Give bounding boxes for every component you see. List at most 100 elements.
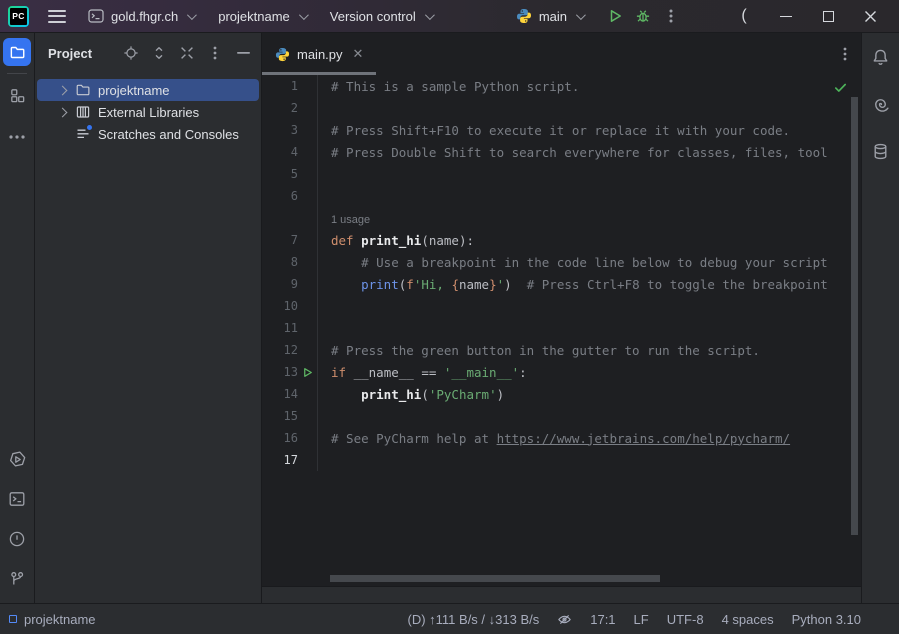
notifications-tool-button[interactable] [866,43,894,71]
gutter: 17 [262,449,318,471]
hide-panel-icon[interactable] [233,43,253,63]
vcs-widget[interactable]: Version control [330,9,432,24]
gutter: 13 [262,361,318,383]
title-bar-right: main ( [516,3,899,29]
project-selector-label: projektname [218,9,290,24]
tree-item-projektname[interactable]: projektname [37,79,259,101]
version-control-tool-button[interactable] [3,565,31,593]
gutter: 2 [262,97,318,119]
run-configuration-selector[interactable]: main [516,8,583,24]
code-line[interactable]: 1# This is a sample Python script. [262,75,861,97]
gutter: 11 [262,317,318,339]
main-menu-button[interactable] [48,10,66,23]
project-panel: Project [35,33,262,603]
folder-icon [9,44,26,61]
vertical-scrollbar-thumb[interactable] [851,97,858,535]
close-button[interactable] [855,3,885,29]
run-button[interactable] [601,4,629,28]
interpreter-widget[interactable]: Python 3.10 [792,612,861,627]
project-selector[interactable]: projektname [218,9,306,24]
database-tool-button[interactable] [866,137,894,165]
code-line[interactable]: 10 [262,295,861,317]
code-line[interactable]: 17 [262,449,861,471]
more-actions-kebab-icon[interactable] [657,4,685,28]
tree-item-label: projektname [98,83,170,98]
line-number: 6 [262,189,298,203]
more-tool-windows-button[interactable] [3,123,31,151]
indent-widget[interactable]: 4 spaces [722,612,774,627]
code-text: # Press the green button in the gutter t… [318,343,760,358]
panel-options-kebab-icon[interactable] [205,43,225,63]
ssh-target-selector[interactable]: gold.fhgr.ch [88,9,194,24]
status-project-widget[interactable]: projektname [9,612,96,627]
scratches-icon [75,126,91,142]
horizontal-scrollbar-thumb[interactable] [330,575,660,582]
locate-target-icon[interactable] [121,43,141,63]
project-tool-button[interactable] [3,38,31,66]
highlighting-level-eye-off-icon[interactable] [557,612,572,627]
code-editor[interactable]: 1# This is a sample Python script. 2 3# Pr… [262,75,861,586]
code-lines: 1# This is a sample Python script. 2 3# Pr… [262,75,861,471]
caret-position-widget[interactable]: 17:1 [590,612,615,627]
project-tree: projektname External Libraries [35,73,261,145]
tree-item-external-libraries[interactable]: External Libraries [37,101,259,123]
code-line[interactable]: 5 [262,163,861,185]
gutter: 14 [262,383,318,405]
tab-bar-options-kebab-icon[interactable] [843,47,861,61]
problems-tool-button[interactable] [3,525,31,553]
code-line[interactable]: 3# Press Shift+F10 to execute it or repl… [262,119,861,141]
chevron-right-icon[interactable] [58,107,68,117]
crescent-icon[interactable]: ( [729,3,759,29]
gutter: 9 [262,273,318,295]
tab-main-py[interactable]: main.py ✕ [262,33,376,75]
code-line[interactable]: 11 [262,317,861,339]
minimize-button[interactable] [771,3,801,29]
expand-all-icon[interactable] [149,43,169,63]
left-strip-bottom [3,445,31,593]
code-line[interactable]: 9 print(f'Hi, {name}') # Press Ctrl+F8 t… [262,273,861,295]
pycharm-window: PC gold.fhgr.ch projektname Version cont… [0,0,899,634]
gutter-run-icon[interactable] [298,367,317,378]
project-panel-title: Project [48,46,92,61]
inlay-hint-row[interactable]: 1 usage [262,207,861,229]
code-line[interactable]: 2 [262,97,861,119]
code-line[interactable]: 12 # Press the green button in the gutter… [262,339,861,361]
terminal-tool-button[interactable] [3,485,31,513]
code-line[interactable]: 6 [262,185,861,207]
chevron-down-icon [576,10,586,20]
ai-assistant-tool-button[interactable] [866,90,894,118]
chevron-down-icon [187,10,197,20]
scratches-badge [86,124,93,131]
inspections-ok-check-icon[interactable] [833,80,848,95]
code-text: if __name__ == '__main__': [318,365,527,380]
left-tool-strip [0,33,35,603]
status-bar-right: (D) ↑111 B/s / ↓313 B/s 17:1 LF UTF-8 4 … [407,612,861,627]
network-traffic-widget[interactable]: (D) ↑111 B/s / ↓313 B/s [407,612,539,627]
line-number: 12 [262,343,298,357]
code-line[interactable]: 14 print_hi('PyCharm') [262,383,861,405]
line-separator-widget[interactable]: LF [634,612,649,627]
tab-close-icon[interactable]: ✕ [353,46,364,62]
code-line[interactable]: 4# Press Double Shift to search everywhe… [262,141,861,163]
code-line[interactable]: 13if __name__ == '__main__': [262,361,861,383]
structure-tool-button[interactable] [3,81,31,109]
code-line[interactable]: 7def print_hi(name): [262,229,861,251]
collapse-all-icon[interactable] [177,43,197,63]
code-line[interactable]: 15 [262,405,861,427]
gutter: 12 [262,339,318,361]
encoding-widget[interactable]: UTF-8 [667,612,704,627]
line-number: 2 [262,101,298,115]
tree-item-scratches[interactable]: Scratches and Consoles [37,123,259,145]
python-file-icon [275,47,290,62]
debug-button[interactable] [629,4,657,28]
chevron-right-icon[interactable] [58,85,68,95]
code-line[interactable]: 16# See PyCharm help at https://www.jetb… [262,427,861,449]
code-line[interactable]: 8 # Use a breakpoint in the code line be… [262,251,861,273]
maximize-button[interactable] [813,3,843,29]
line-number: 7 [262,233,298,247]
services-tool-button[interactable] [3,445,31,473]
gutter: 5 [262,163,318,185]
tree-item-label: Scratches and Consoles [98,127,239,142]
code-text: print_hi('PyCharm') [318,387,504,402]
folder-icon [75,82,91,98]
